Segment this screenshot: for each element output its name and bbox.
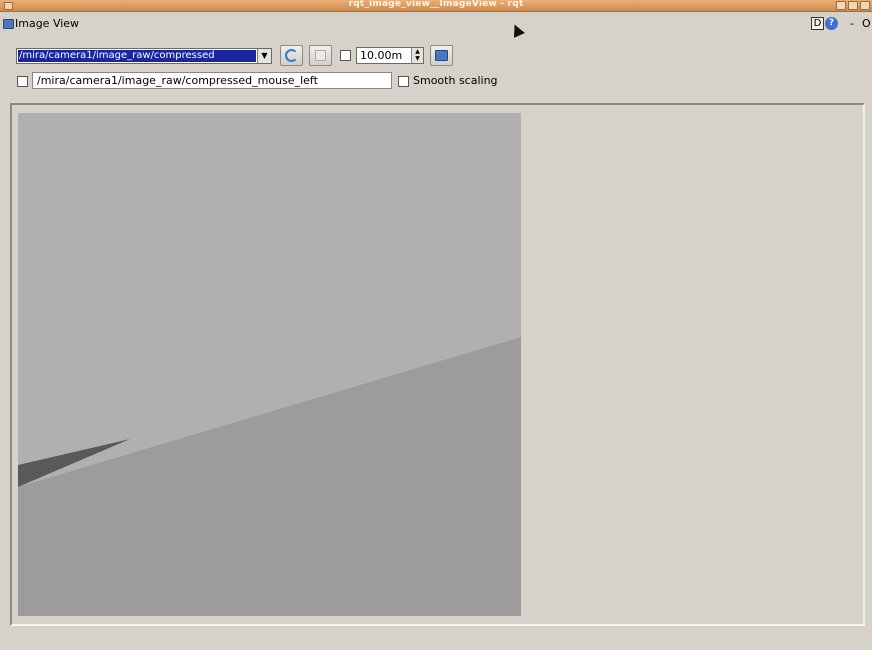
pause-icon: [315, 50, 326, 61]
close-button[interactable]: [860, 1, 870, 10]
refresh-icon: [285, 49, 298, 62]
window-title: rqt_image_view__ImageView - rqt: [348, 0, 524, 9]
mouse-publish-checkbox[interactable]: [17, 76, 28, 87]
dock-header: Image View D ? - O: [0, 14, 872, 34]
help-icon[interactable]: ?: [825, 17, 838, 30]
camera-image-svg: [18, 113, 521, 616]
dock-options-button[interactable]: O: [862, 17, 871, 30]
pause-button[interactable]: [309, 45, 332, 66]
camera-image[interactable]: [18, 113, 521, 616]
mouse-topic-input[interactable]: /mira/camera1/image_raw/compressed_mouse…: [32, 72, 392, 89]
chevron-down-icon[interactable]: ▼: [257, 49, 271, 63]
save-image-button[interactable]: [430, 45, 453, 66]
dock-title: Image View: [15, 17, 80, 30]
image-view-icon: [3, 19, 14, 29]
rate-spinbox[interactable]: 10.00m ▲ ▼: [356, 47, 424, 64]
maximize-button[interactable]: [848, 1, 858, 10]
rate-value: 10.00m: [360, 49, 403, 62]
rate-checkbox[interactable]: [340, 50, 351, 61]
topic-combobox[interactable]: /mira/camera1/image_raw/compressed ▼: [16, 48, 272, 64]
save-icon: [435, 50, 448, 61]
title-bar: rqt_image_view__ImageView - rqt: [0, 0, 872, 12]
dock-d-button[interactable]: D: [811, 17, 824, 30]
smooth-scaling-checkbox[interactable]: [398, 76, 409, 87]
smooth-scaling-label: Smooth scaling: [413, 74, 498, 87]
minimize-button[interactable]: [836, 1, 846, 10]
dock-minimize-button[interactable]: -: [850, 17, 854, 30]
spin-arrows-icon[interactable]: ▲ ▼: [411, 48, 423, 63]
topic-selected-text: /mira/camera1/image_raw/compressed: [18, 50, 256, 62]
refresh-button[interactable]: [280, 45, 303, 66]
